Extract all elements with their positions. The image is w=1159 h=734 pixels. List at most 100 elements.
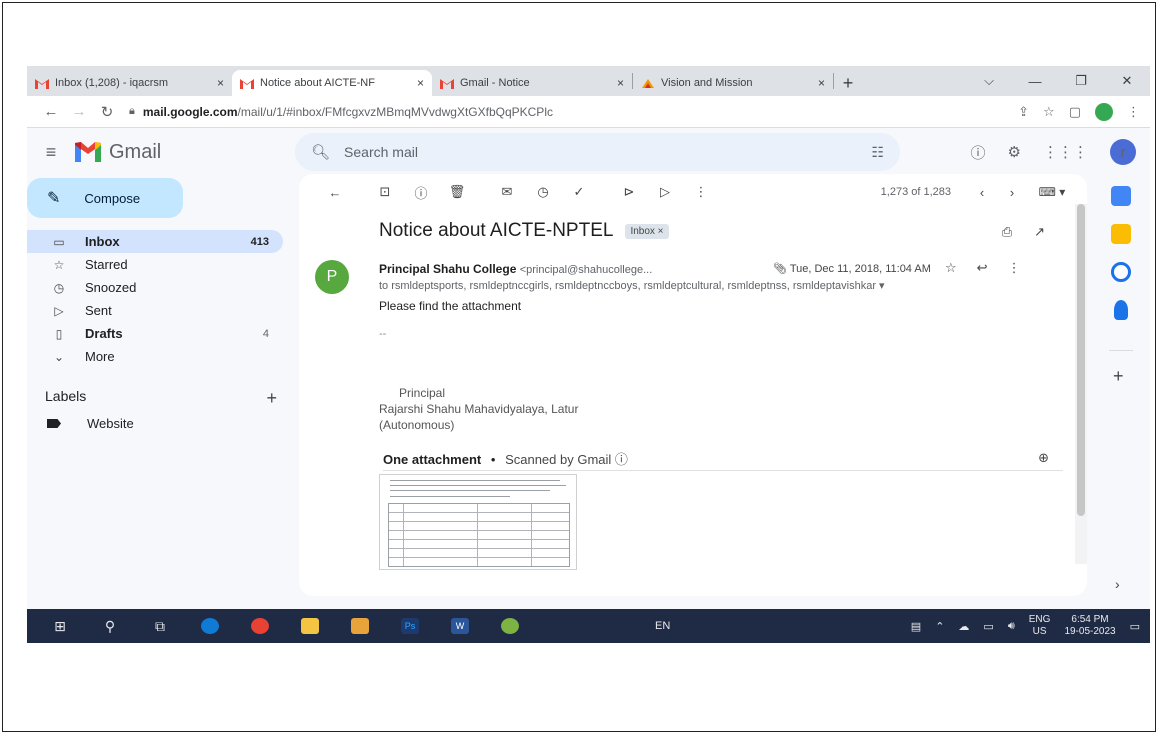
add-label-button[interactable]: +: [266, 388, 277, 409]
label-website[interactable]: Website: [47, 416, 134, 431]
signature-line-2: Rajarshi Shahu Mahavidyalaya, Latur: [379, 402, 579, 416]
close-icon[interactable]: ×: [810, 76, 825, 90]
back-icon[interactable]: ←: [37, 103, 65, 120]
volume-icon[interactable]: 🔊︎: [1008, 620, 1015, 633]
reload-icon[interactable]: ↻: [93, 103, 121, 121]
attachment-thumbnail[interactable]: [379, 474, 577, 570]
security-icon[interactable]: [335, 609, 385, 643]
apps-grid-icon[interactable]: ⋮⋮⋮: [1043, 143, 1088, 161]
label-tag-icon: [47, 419, 61, 428]
compose-button[interactable]: ✎ Compose: [27, 178, 183, 218]
close-icon[interactable]: ×: [609, 76, 624, 90]
photoshop-icon[interactable]: Ps: [385, 609, 435, 643]
tab-inbox[interactable]: Inbox (1,208) - iqacrsm ×: [27, 70, 232, 96]
move-to-icon[interactable]: ⊳: [611, 184, 647, 200]
side-divider: [1109, 350, 1133, 351]
search-icon[interactable]: ⚲: [85, 609, 135, 643]
file-explorer-icon[interactable]: [285, 609, 335, 643]
snooze-icon[interactable]: ◷: [525, 184, 561, 200]
search-input[interactable]: Search mail: [344, 144, 871, 160]
menu-kebab-icon[interactable]: ⋮: [1127, 104, 1140, 120]
language-indicator[interactable]: ENG US: [1029, 614, 1051, 638]
edge-icon[interactable]: [185, 609, 235, 643]
label-icon[interactable]: ▷: [647, 184, 683, 200]
window-close-icon[interactable]: ✕: [1104, 73, 1150, 89]
gmail-logo[interactable]: Gmail: [75, 141, 295, 164]
onedrive-icon[interactable]: ☁: [958, 620, 969, 633]
url-field[interactable]: 🔒︎ mail.google.com/mail/u/1/#inbox/FMfcg…: [129, 100, 1018, 124]
reply-icon[interactable]: ↩: [977, 260, 988, 276]
contacts-icon[interactable]: [1114, 300, 1128, 320]
minimize-icon[interactable]: —: [1012, 74, 1058, 89]
search-bar[interactable]: 🔍︎ Search mail ☷: [295, 133, 900, 171]
notifications-icon[interactable]: ▭: [1130, 620, 1140, 633]
word-icon[interactable]: W: [435, 609, 485, 643]
archive-icon[interactable]: ⊡: [367, 184, 403, 200]
recipients-line[interactable]: to rsmldeptsports, rsmldeptnccgirls, rsm…: [379, 279, 1029, 292]
search-options-icon[interactable]: ☷: [871, 144, 884, 161]
scrollbar-thumb[interactable]: [1077, 204, 1085, 516]
pager-text: 1,273 of 1,283: [880, 186, 951, 198]
calendar-icon[interactable]: [1111, 186, 1131, 206]
more-options-icon[interactable]: ⋮: [683, 184, 719, 200]
clock[interactable]: 6:54 PM 19-05-2023: [1064, 614, 1115, 638]
profile-icon[interactable]: [1095, 102, 1113, 121]
windows-start-icon[interactable]: ⊞: [35, 609, 85, 643]
previous-icon[interactable]: ‹: [967, 185, 997, 200]
url-host: mail.google.com: [142, 104, 238, 119]
show-hidden-icons[interactable]: ⌃: [935, 620, 944, 633]
input-language[interactable]: EN: [655, 620, 670, 632]
language-code: ENG: [1028, 614, 1051, 625]
star-icon[interactable]: ☆: [945, 260, 957, 276]
inbox-chip[interactable]: Inbox ×: [625, 223, 669, 239]
tab-notice-aicte[interactable]: Notice about AICTE-NF ×: [232, 70, 432, 96]
print-icon[interactable]: ⎙: [1002, 224, 1012, 240]
share-icon[interactable]: ⇪: [1018, 104, 1029, 120]
report-spam-icon[interactable]: ⓘ: [403, 183, 439, 202]
paint-icon[interactable]: [485, 609, 535, 643]
sidebar-item-sent[interactable]: ▷ Sent: [27, 299, 283, 322]
tab-vision-mission[interactable]: Vision and Mission ×: [633, 70, 833, 96]
add-task-icon[interactable]: ✓: [561, 184, 597, 200]
close-icon[interactable]: ×: [209, 76, 224, 90]
tab-gmail-notice[interactable]: Gmail - Notice ×: [432, 70, 632, 96]
keyboard-icon[interactable]: ⌨ ▾: [1027, 185, 1077, 199]
mark-unread-icon[interactable]: ✉: [489, 184, 525, 200]
news-widget-icon[interactable]: ▤: [911, 620, 921, 633]
sidebar-item-more[interactable]: ⌄ More: [27, 345, 283, 368]
expand-panel-icon[interactable]: ›: [1115, 576, 1120, 592]
add-to-drive-icon[interactable]: ⊕: [1038, 450, 1049, 466]
bookmark-star-icon[interactable]: ☆: [1043, 104, 1055, 120]
tab-search-icon[interactable]: ⌵: [966, 73, 1012, 89]
search-icon[interactable]: 🔍︎: [311, 143, 330, 161]
help-icon[interactable]: ⓘ: [971, 142, 986, 163]
account-avatar[interactable]: r: [1110, 139, 1136, 165]
sidepanel-icon[interactable]: ▢: [1069, 104, 1081, 120]
subject-text: Notice about AICTE-NPTEL: [379, 220, 614, 241]
more-options-icon[interactable]: ⋮: [1008, 260, 1021, 276]
open-new-window-icon[interactable]: ↗: [1034, 224, 1045, 240]
close-icon[interactable]: ×: [409, 76, 424, 90]
forward-icon[interactable]: →: [65, 103, 93, 120]
new-tab-button[interactable]: +: [834, 70, 862, 96]
keep-icon[interactable]: [1111, 224, 1131, 244]
network-icon[interactable]: ▭: [983, 620, 993, 633]
chrome-icon[interactable]: [235, 609, 285, 643]
sidebar-item-starred[interactable]: ☆ Starred: [27, 253, 283, 276]
restore-icon[interactable]: ❐: [1058, 73, 1104, 89]
sidebar-item-snoozed[interactable]: ◷ Snoozed: [27, 276, 283, 299]
sidebar-item-drafts[interactable]: ▯ Drafts 4: [27, 322, 283, 345]
attachment-divider: [383, 470, 1063, 471]
next-icon[interactable]: ›: [997, 185, 1027, 200]
tasks-icon[interactable]: [1111, 262, 1131, 282]
attachment-title: One attachment: [383, 452, 482, 467]
gear-icon[interactable]: ⚙: [1008, 143, 1021, 161]
gmail-favicon-icon: [440, 78, 454, 89]
sidebar-item-inbox[interactable]: ▭ Inbox 413: [27, 230, 283, 253]
labels-header: Labels +: [45, 388, 277, 409]
get-addons-icon[interactable]: +: [1113, 366, 1124, 387]
task-view-icon[interactable]: ⧉: [135, 609, 185, 643]
back-to-inbox-icon[interactable]: ←: [317, 185, 353, 200]
delete-icon[interactable]: 🗑︎: [439, 184, 475, 200]
hamburger-menu-icon[interactable]: ≡: [27, 142, 75, 163]
